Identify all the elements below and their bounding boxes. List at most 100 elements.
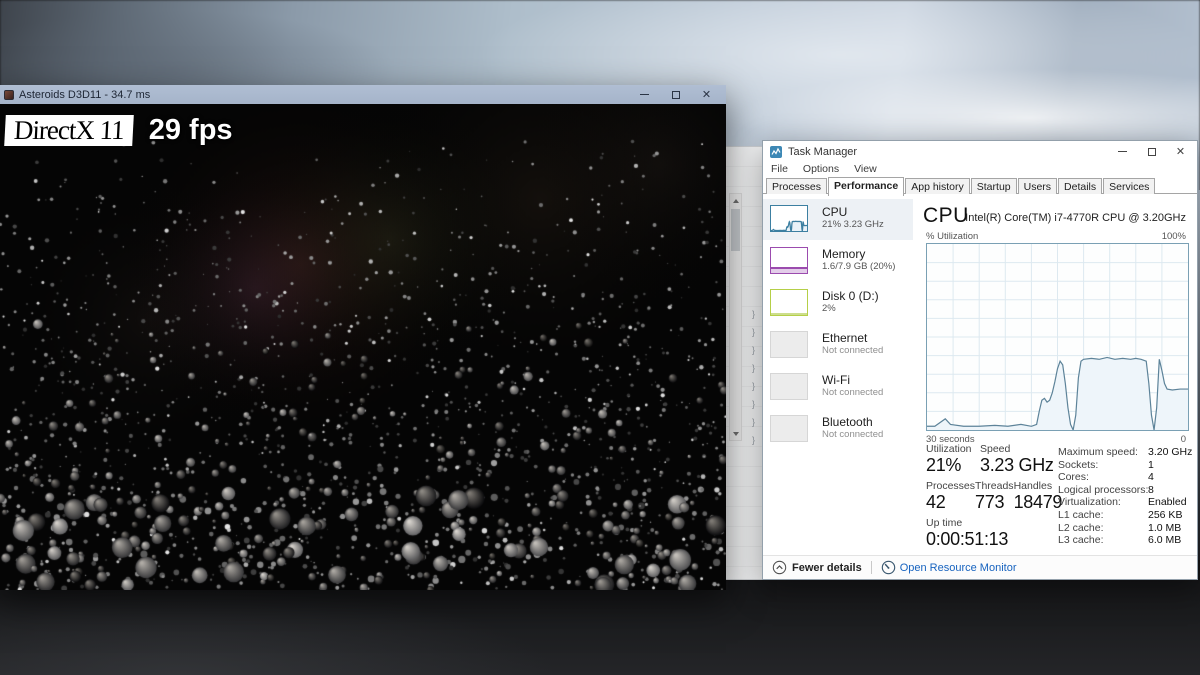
sidebar-item-disk-0-d-[interactable]: Disk 0 (D:) 2% bbox=[763, 283, 913, 324]
game-titlebar[interactable]: Asteroids D3D11 - 34.7 ms ✕ bbox=[0, 85, 726, 104]
stat-value: 3.23 GHz bbox=[980, 455, 1054, 475]
directx-badge: DirectX 11 bbox=[4, 115, 134, 146]
tab-services[interactable]: Services bbox=[1103, 178, 1156, 195]
stat-value: 0:00:51:13 bbox=[926, 529, 1009, 549]
disk-activity-line bbox=[771, 313, 807, 315]
tab-app-history[interactable]: App history bbox=[905, 178, 970, 195]
detail-value: 256 KB bbox=[1148, 508, 1183, 521]
stat-label: Processes bbox=[926, 480, 976, 492]
ethernet-mini-graph bbox=[770, 331, 808, 358]
stat-handles: Handles 18479 bbox=[1014, 480, 1063, 513]
sidebar-item-cpu[interactable]: CPU 21% 3.23 GHz bbox=[763, 199, 913, 240]
game-app-icon bbox=[4, 89, 14, 100]
menu-file[interactable]: File bbox=[771, 163, 788, 175]
maximize-icon bbox=[671, 90, 680, 99]
cpu-stats: Utilization 21% Speed 3.23 GHz Processes 42 Th… bbox=[926, 443, 1062, 554]
scroll-up-icon bbox=[732, 198, 739, 203]
sidebar-item-label: Bluetooth bbox=[822, 415, 873, 429]
disk-0-d--mini-graph bbox=[770, 289, 808, 316]
fps-overlay: DirectX 11 29 fps bbox=[4, 114, 233, 147]
sidebar-item-label: Ethernet bbox=[822, 331, 868, 345]
sidebar-item-label: Memory bbox=[822, 247, 866, 261]
game-close-button[interactable]: ✕ bbox=[691, 85, 722, 104]
cpu-utilization-graph[interactable] bbox=[926, 243, 1189, 431]
tab-processes[interactable]: Processes bbox=[766, 178, 828, 195]
sidebar-item-wi-fi[interactable]: Wi-Fi Not connected bbox=[763, 367, 913, 408]
stat-threads: Threads 773 bbox=[975, 480, 1014, 513]
sidebar-item-label: CPU bbox=[822, 205, 848, 219]
cpu-details: Maximum speed: 3.20 GHz Sockets: 1 Cores: 4 Lo… bbox=[1058, 446, 1193, 547]
game-maximize-button[interactable] bbox=[660, 85, 691, 104]
bluetooth-mini-graph bbox=[770, 415, 808, 442]
stat-label: Threads bbox=[975, 480, 1014, 492]
detail-value: 3.20 GHz bbox=[1148, 446, 1193, 458]
tm-minimize-button[interactable] bbox=[1108, 141, 1137, 162]
asteroid-field-canvas bbox=[0, 104, 726, 590]
y-axis-label: % Utilization bbox=[926, 231, 979, 242]
detail-value: Enabled bbox=[1148, 496, 1187, 509]
scroll-up-button[interactable] bbox=[730, 194, 741, 207]
stat-utilization: Utilization 21% bbox=[926, 443, 980, 476]
sidebar-item-ethernet[interactable]: Ethernet Not connected bbox=[763, 325, 913, 366]
resource-monitor-icon bbox=[881, 560, 895, 575]
stat-label: Speed bbox=[980, 443, 1011, 455]
minimize-icon bbox=[1118, 151, 1127, 152]
wi-fi-mini-graph bbox=[770, 373, 808, 400]
task-manager-footer: Fewer details Open Resource Monitor bbox=[763, 555, 1197, 579]
game-viewport[interactable]: DirectX 11 29 fps bbox=[0, 104, 726, 590]
graph-axis-top: % Utilization 100% bbox=[926, 231, 1186, 242]
detail-value: 4 bbox=[1148, 471, 1154, 484]
detail-label: L1 cache: bbox=[1058, 508, 1104, 521]
fewer-details-button[interactable]: Fewer details bbox=[792, 562, 862, 574]
detail-value: 1 bbox=[1148, 458, 1154, 471]
tab-startup[interactable]: Startup bbox=[970, 178, 1017, 195]
game-minimize-button[interactable] bbox=[629, 85, 660, 104]
tab-bar: Processes Performance App history Startup Us… bbox=[763, 176, 1197, 196]
menu-view[interactable]: View bbox=[854, 163, 877, 175]
background-window-scrollbar[interactable] bbox=[729, 193, 742, 441]
stat-value: 773 bbox=[975, 492, 1005, 512]
sidebar-item-label: Disk 0 (D:) bbox=[822, 289, 879, 303]
tm-close-button[interactable]: ✕ bbox=[1166, 141, 1195, 162]
tm-maximize-button[interactable] bbox=[1137, 141, 1166, 162]
stat-label: Handles bbox=[1013, 480, 1053, 492]
sidebar-item-detail: Not connected bbox=[822, 429, 884, 440]
tab-performance[interactable]: Performance bbox=[828, 177, 905, 196]
task-manager-icon bbox=[770, 145, 782, 158]
tab-users[interactable]: Users bbox=[1017, 178, 1058, 195]
menu-options[interactable]: Options bbox=[803, 163, 839, 175]
performance-pane: CPU 21% 3.23 GHz Memory 1.6/7.9 GB (20%) Dis… bbox=[763, 194, 1197, 558]
detail-label: Maximum speed: bbox=[1058, 446, 1138, 458]
menu-bar: File Options View bbox=[763, 162, 1197, 176]
minimize-icon bbox=[640, 94, 649, 95]
detail-value: 6.0 MB bbox=[1148, 534, 1182, 547]
sidebar-item-detail: 21% 3.23 GHz bbox=[822, 219, 884, 230]
scrollbar-thumb[interactable] bbox=[731, 209, 740, 251]
stat-label: Utilization bbox=[926, 443, 972, 455]
detail-label: L3 cache: bbox=[1058, 534, 1104, 547]
tab-details[interactable]: Details bbox=[1058, 178, 1103, 195]
task-manager-window: Task Manager ✕ File Options View Processes… bbox=[762, 140, 1198, 580]
fps-counter: 29 fps bbox=[148, 114, 233, 146]
game-window: Asteroids D3D11 - 34.7 ms ✕ DirectX 11 2… bbox=[0, 85, 726, 590]
maximize-icon bbox=[1147, 147, 1156, 156]
stat-speed: Speed 3.23 GHz bbox=[980, 443, 1054, 476]
game-window-title: Asteroids D3D11 - 34.7 ms bbox=[19, 88, 151, 101]
sidebar-item-detail: 2% bbox=[822, 303, 836, 314]
detail-label: L2 cache: bbox=[1058, 521, 1104, 534]
scroll-down-icon bbox=[732, 431, 739, 436]
sidebar-item-memory[interactable]: Memory 1.6/7.9 GB (20%) bbox=[763, 241, 913, 282]
chevron-up-circle-icon[interactable] bbox=[772, 560, 787, 575]
sidebar-item-bluetooth[interactable]: Bluetooth Not connected bbox=[763, 409, 913, 450]
sidebar-item-detail: 1.6/7.9 GB (20%) bbox=[822, 261, 896, 272]
open-resource-monitor-link[interactable]: Open Resource Monitor bbox=[900, 562, 1017, 574]
detail-label: Sockets: bbox=[1058, 458, 1099, 471]
sidebar-item-detail: Not connected bbox=[822, 345, 884, 356]
task-manager-titlebar[interactable]: Task Manager ✕ bbox=[763, 141, 1197, 162]
stat-value: 42 bbox=[926, 492, 946, 512]
detail-value: 8 bbox=[1148, 483, 1154, 496]
cpu-mini-graph bbox=[770, 205, 808, 232]
memory-mini-graph bbox=[770, 247, 808, 274]
scroll-down-button[interactable] bbox=[730, 427, 741, 440]
stat-value: 21% bbox=[926, 455, 962, 475]
